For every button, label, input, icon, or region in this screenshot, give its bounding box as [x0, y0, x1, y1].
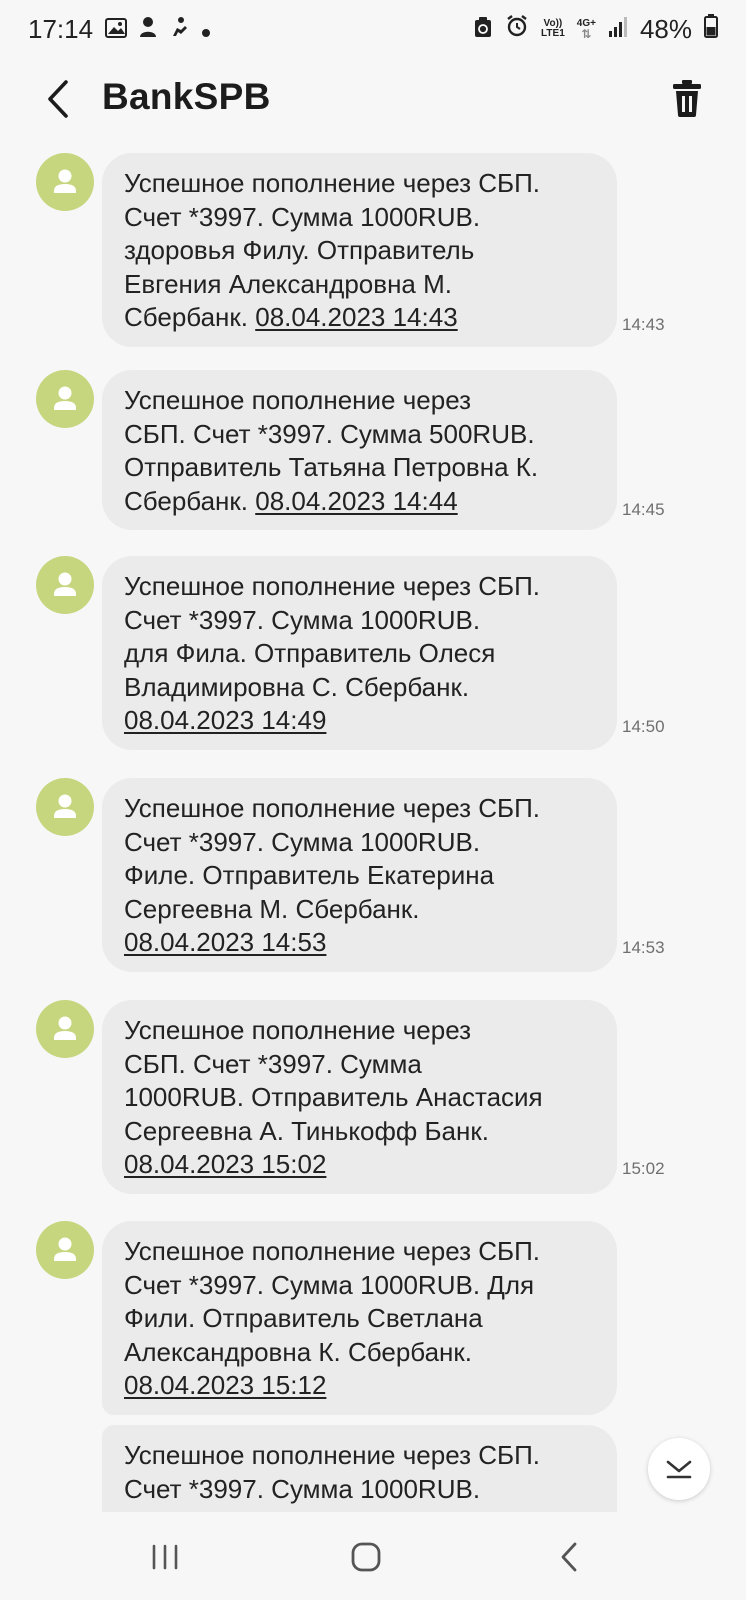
message-bubble[interactable]: Успешное пополнение через СБП. Счет *399…: [102, 1000, 617, 1194]
date-link[interactable]: 08.04.2023 14:49: [124, 705, 326, 735]
home-button[interactable]: [341, 1532, 391, 1582]
message-time: 14:43: [622, 315, 665, 334]
message-line: 1000RUB. Отправитель Анастасия: [124, 1082, 543, 1112]
battery-icon: [704, 13, 718, 45]
notification-dot-icon: [201, 14, 211, 45]
conversation-header: BankSPB: [0, 58, 746, 140]
date-link[interactable]: 08.04.2023 15:02: [124, 1149, 326, 1179]
message-line: Успешное пополнение через СБП.: [124, 1236, 540, 1266]
message-line: Александровна К. Сбербанк.: [124, 1336, 473, 1367]
status-left: 17:14: [28, 14, 211, 45]
network-indicator: 4G+ ⇅: [576, 18, 596, 41]
sender-avatar[interactable]: [36, 1000, 94, 1058]
status-bar: 17:14 Vo)) LTE1 4G+ ⇅ 48%: [0, 0, 746, 58]
back-arrow-icon: [48, 80, 68, 118]
message-bubble[interactable]: Успешное пополнение через СБП. Счет *399…: [102, 1221, 617, 1415]
message-line: Успешное пополнение через СБП.: [124, 793, 540, 823]
delete-button[interactable]: [670, 78, 704, 118]
sender-avatar[interactable]: [36, 1221, 94, 1279]
nav-back-button[interactable]: [545, 1532, 595, 1582]
message-line: Владимировна С. Сбербанк.: [124, 671, 470, 702]
person-icon: [139, 14, 157, 45]
message-line: Успешное пополнение через: [124, 385, 472, 415]
signal-icon: [608, 14, 628, 45]
message-line: Фили. Отправитель Светлана: [124, 1303, 483, 1333]
message-bubble[interactable]: Успешное пополнение через СБП. Счет *399…: [102, 556, 617, 750]
gallery-icon: [105, 14, 128, 45]
chevron-down-icon: [666, 1460, 692, 1479]
message-time: 15:02: [622, 1159, 665, 1178]
message-line: Успешное пополнение через: [124, 1015, 472, 1045]
message-line: СБП. Счет *3997. Сумма: [124, 1048, 422, 1079]
person-icon: [54, 572, 76, 596]
sender-avatar[interactable]: [36, 370, 94, 428]
sender-avatar[interactable]: [36, 556, 94, 614]
date-link[interactable]: 08.04.2023 14:53: [124, 927, 326, 957]
message-bubble[interactable]: Успешное пополнение через СБП. Счет *399…: [102, 370, 617, 530]
lte-label: LTE1: [541, 28, 565, 39]
message-line: Сергеевна А. Тинькофф Банк.: [124, 1115, 489, 1146]
message-time: 14:45: [622, 500, 665, 519]
message-time: 14:53: [622, 938, 665, 957]
back-arrow-icon: [561, 1542, 577, 1572]
battery-percent: 48%: [639, 13, 692, 44]
message-bubble[interactable]: Успешное пополнение через СБП. Счет *399…: [102, 778, 617, 972]
sender-avatar[interactable]: [36, 153, 94, 211]
page-title: BankSPB: [102, 76, 271, 117]
message-line: СБП. Счет *3997. Сумма 500RUB.: [124, 418, 535, 449]
system-nav-bar: [0, 1512, 746, 1600]
message-line: Счет *3997. Сумма 1000RUB.: [124, 604, 481, 635]
message-line: Отправитель Татьяна Петровна К.: [124, 452, 539, 482]
back-button[interactable]: [40, 76, 80, 122]
message-line: Успешное пополнение через СБП.: [124, 1440, 540, 1470]
fitness-icon: [169, 14, 189, 45]
message-line: Счет *3997. Сумма 1000RUB.: [124, 201, 481, 232]
message-line: Счет *3997. Сумма 1000RUB.: [124, 826, 481, 857]
person-icon: [54, 794, 76, 818]
recent-apps-icon: [152, 1544, 178, 1570]
message-line: Филе. Отправитель Екатерина: [124, 860, 495, 890]
message-line: Счет *3997. Сумма 1000RUB. Для: [124, 1269, 535, 1300]
alarm-icon: [505, 14, 529, 45]
clock: 17:14: [28, 13, 94, 44]
date-link[interactable]: 08.04.2023 14:44: [255, 486, 457, 516]
message-line: Счет *3997. Сумма 1000RUB.: [124, 1473, 481, 1504]
message-line: для Фила. Отправитель Олеся: [124, 638, 496, 668]
message-line: здоровья Филу. Отправитель: [124, 235, 475, 265]
person-icon: [54, 1016, 76, 1040]
recent-apps-button[interactable]: [140, 1532, 190, 1582]
status-right: Vo)) LTE1 4G+ ⇅ 48%: [473, 13, 718, 45]
scroll-to-bottom-button[interactable]: [648, 1438, 710, 1500]
volte-indicator: Vo)) LTE1: [541, 19, 565, 39]
date-link[interactable]: 08.04.2023 15:12: [124, 1370, 326, 1400]
message-line: Успешное пополнение через СБП.: [124, 571, 540, 601]
recycle-icon: [473, 14, 493, 45]
message-text: Сбербанк.: [124, 485, 256, 516]
message-line: Сергеевна М. Сбербанк.: [124, 893, 420, 924]
home-icon: [351, 1542, 381, 1572]
person-icon: [54, 169, 76, 193]
sender-avatar[interactable]: [36, 778, 94, 836]
message-time: 14:50: [622, 717, 665, 736]
person-icon: [54, 386, 76, 410]
trash-icon: [673, 80, 701, 117]
message-line: Евгения Александровна М.: [124, 268, 452, 299]
message-line: Успешное пополнение через СБП.: [124, 168, 540, 198]
message-bubble[interactable]: Успешное пополнение через СБП. Счет *399…: [102, 153, 617, 347]
date-link[interactable]: 08.04.2023 14:43: [255, 302, 457, 332]
person-icon: [54, 1237, 76, 1261]
message-text: Сбербанк.: [124, 302, 256, 332]
